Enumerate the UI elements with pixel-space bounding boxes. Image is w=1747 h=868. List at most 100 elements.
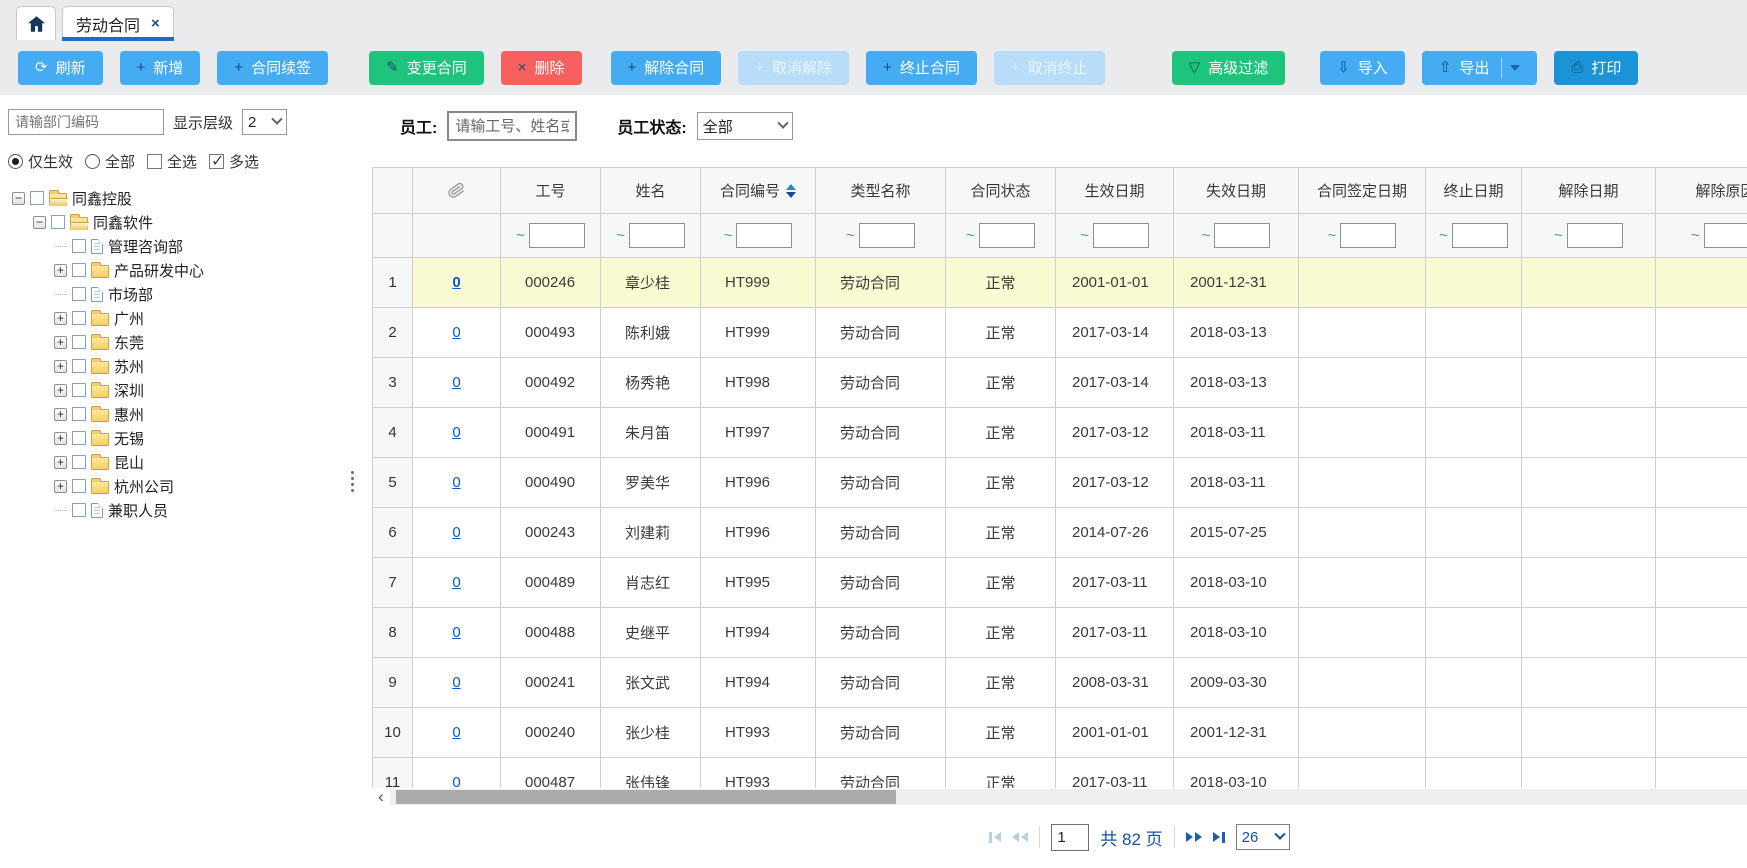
tree-checkbox[interactable]	[72, 263, 86, 277]
table-row[interactable]: 10000246章少桂HT999劳动合同正常2001-01-012001-12-…	[373, 258, 1747, 308]
close-icon[interactable]: ×	[151, 16, 160, 31]
tree-item[interactable]: +产品研发中心	[8, 258, 339, 282]
next-page-button[interactable]	[1186, 832, 1202, 842]
sort-icon[interactable]	[786, 184, 796, 198]
tree-checkbox[interactable]	[72, 407, 86, 421]
scrollbar-thumb[interactable]	[396, 790, 896, 804]
page-size-select[interactable]: 26	[1236, 824, 1290, 850]
filter-input-sign-date[interactable]	[1340, 223, 1396, 248]
tree-item[interactable]: +广州	[8, 306, 339, 330]
employee-search-input[interactable]	[447, 111, 577, 141]
tree-expand-icon[interactable]: +	[54, 408, 67, 421]
filter-input-terminate-date[interactable]	[1452, 223, 1508, 248]
first-page-button[interactable]	[989, 832, 1001, 843]
contract-renew-button[interactable]: +合同续签	[217, 51, 328, 85]
refresh-button[interactable]: ⟳刷新	[18, 51, 103, 85]
attachment-count-link[interactable]: 0	[452, 774, 460, 788]
table-row[interactable]: 50000490罗美华HT996劳动合同正常2017-03-122018-03-…	[373, 458, 1747, 508]
tree-item[interactable]: −同鑫软件	[8, 210, 339, 234]
attachment-count-link[interactable]: 0	[452, 624, 460, 641]
attachment-count-link[interactable]: 0	[452, 424, 460, 441]
delete-button[interactable]: ×删除	[501, 51, 582, 85]
tree-item[interactable]: +昆山	[8, 450, 339, 474]
tree-item[interactable]: 市场部	[8, 282, 339, 306]
tab-labor-contract[interactable]: 劳动合同 ×	[62, 6, 174, 40]
tree-expand-icon[interactable]: +	[54, 432, 67, 445]
attachment-count-link[interactable]: 0	[452, 324, 460, 341]
filter-input-effective-date[interactable]	[1093, 223, 1149, 248]
table-row[interactable]: 20000493陈利娥HT999劳动合同正常2017-03-142018-03-…	[373, 308, 1747, 358]
print-button[interactable]: ⎙打印	[1554, 51, 1638, 85]
attachment-count-link[interactable]: 0	[452, 274, 460, 291]
tree-checkbox[interactable]	[72, 287, 86, 301]
tree-checkbox[interactable]	[72, 383, 86, 397]
tree-expand-icon[interactable]: +	[54, 264, 67, 277]
tree-checkbox[interactable]	[72, 479, 86, 493]
tree-item[interactable]: +惠州	[8, 402, 339, 426]
tree-checkbox[interactable]	[30, 191, 44, 205]
prev-page-button[interactable]	[1012, 832, 1028, 842]
tree-expand-icon[interactable]: +	[54, 456, 67, 469]
tree-checkbox[interactable]	[72, 359, 86, 373]
attachment-count-link[interactable]: 0	[452, 574, 460, 591]
last-page-button[interactable]	[1213, 832, 1225, 843]
tree-item[interactable]: −同鑫控股	[8, 186, 339, 210]
table-row[interactable]: 100000240张少桂HT993劳动合同正常2001-01-012001-12…	[373, 708, 1747, 758]
filter-input-rescind-date[interactable]	[1567, 223, 1623, 248]
filter-input-rescind-reason[interactable]	[1704, 223, 1747, 248]
tree-checkbox[interactable]	[72, 239, 86, 253]
tree-checkbox[interactable]	[72, 335, 86, 349]
import-button[interactable]: ⇩导入	[1320, 51, 1405, 85]
attachment-count-link[interactable]: 0	[452, 374, 460, 391]
table-row[interactable]: 110000487张伟锋HT993劳动合同正常2017-03-112018-03…	[373, 758, 1747, 789]
radio-all[interactable]	[85, 154, 100, 169]
filter-input-name[interactable]	[629, 223, 685, 248]
tree-item[interactable]: 兼职人员	[8, 498, 339, 522]
cancel-rescind-button[interactable]: +取消解除	[738, 51, 849, 85]
checkbox-multi-select[interactable]	[209, 154, 224, 169]
terminate-contract-button[interactable]: +终止合同	[866, 51, 977, 85]
tree-item[interactable]: +苏州	[8, 354, 339, 378]
tree-checkbox[interactable]	[72, 311, 86, 325]
advanced-filter-button[interactable]: ▽高级过滤	[1172, 51, 1286, 85]
column-header-contract-no[interactable]: 合同编号	[701, 168, 816, 214]
dept-code-input[interactable]	[8, 109, 164, 135]
tree-collapse-icon[interactable]: −	[33, 216, 46, 229]
level-select[interactable]: 2	[242, 109, 287, 135]
tab-home[interactable]	[16, 6, 56, 40]
tree-collapse-icon[interactable]: −	[12, 192, 25, 205]
employee-status-select[interactable]: 全部	[697, 112, 793, 140]
filter-input-contract-no[interactable]	[736, 223, 792, 248]
export-button[interactable]: ⇧导出	[1422, 51, 1538, 85]
table-row[interactable]: 40000491朱月笛HT997劳动合同正常2017-03-122018-03-…	[373, 408, 1747, 458]
tree-item[interactable]: +无锡	[8, 426, 339, 450]
checkbox-select-all[interactable]	[147, 154, 162, 169]
rescind-contract-button[interactable]: +解除合同	[611, 51, 722, 85]
table-row[interactable]: 60000243刘建莉HT996劳动合同正常2014-07-262015-07-…	[373, 508, 1747, 558]
scrollbar-track[interactable]	[390, 789, 1747, 805]
attachment-count-link[interactable]: 0	[452, 474, 460, 491]
attachment-count-link[interactable]: 0	[452, 524, 460, 541]
filter-input-expiry-date[interactable]	[1214, 223, 1270, 248]
tree-expand-icon[interactable]: +	[54, 360, 67, 373]
scroll-left-icon[interactable]: ‹	[372, 788, 390, 806]
tree-checkbox[interactable]	[72, 503, 86, 517]
add-button[interactable]: +新增	[120, 51, 201, 85]
attachment-count-link[interactable]: 0	[452, 724, 460, 741]
cancel-terminate-button[interactable]: +取消终止	[994, 51, 1105, 85]
tree-item[interactable]: +东莞	[8, 330, 339, 354]
attachment-count-link[interactable]: 0	[452, 674, 460, 691]
tree-expand-icon[interactable]: +	[54, 384, 67, 397]
tree-checkbox[interactable]	[51, 215, 65, 229]
tree-expand-icon[interactable]: +	[54, 480, 67, 493]
table-row[interactable]: 70000489肖志红HT995劳动合同正常2017-03-112018-03-…	[373, 558, 1747, 608]
panel-splitter[interactable]	[345, 95, 359, 868]
filter-input-emp-no[interactable]	[529, 223, 585, 248]
table-row[interactable]: 80000488史继平HT994劳动合同正常2017-03-112018-03-…	[373, 608, 1747, 658]
tree-item[interactable]: +杭州公司	[8, 474, 339, 498]
tree-expand-icon[interactable]: +	[54, 336, 67, 349]
change-contract-button[interactable]: ✎变更合同	[369, 51, 484, 85]
table-row[interactable]: 90000241张文武HT994劳动合同正常2008-03-312009-03-…	[373, 658, 1747, 708]
tree-item[interactable]: 管理咨询部	[8, 234, 339, 258]
tree-checkbox[interactable]	[72, 455, 86, 469]
